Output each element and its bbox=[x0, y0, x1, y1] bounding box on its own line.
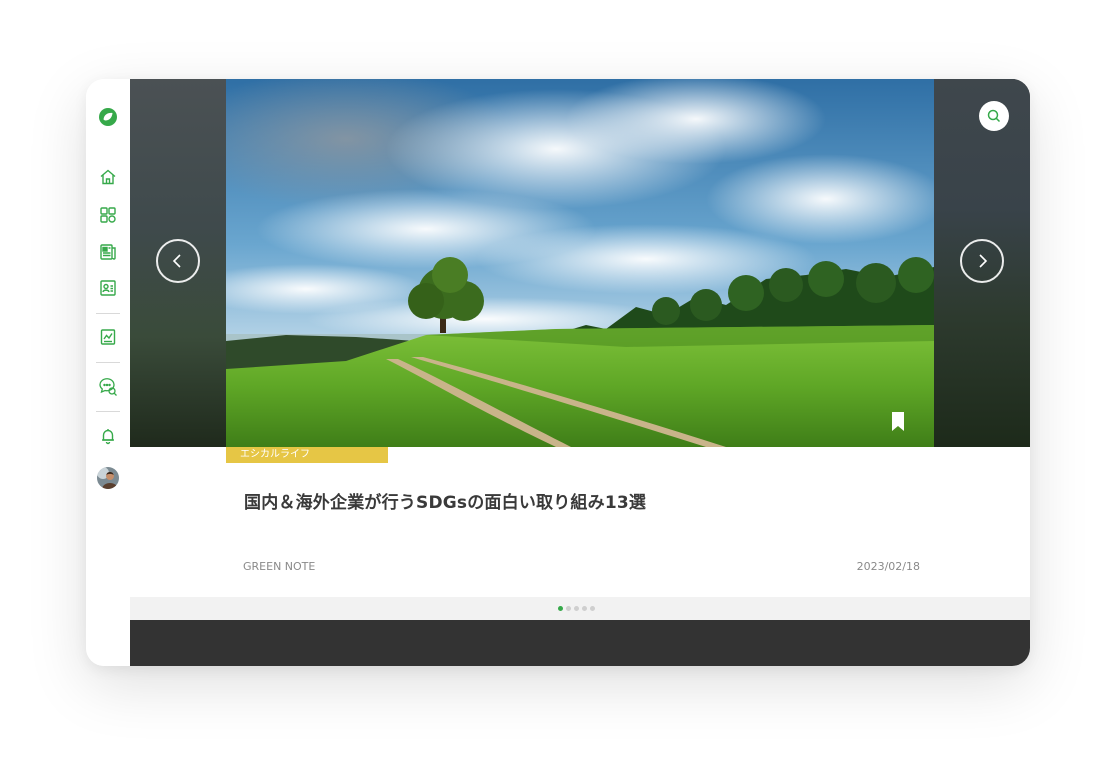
sidebar-divider bbox=[96, 411, 120, 412]
article-source: GREEN NOTE bbox=[243, 560, 316, 573]
chat-search-icon[interactable] bbox=[96, 375, 120, 399]
chevron-right-icon bbox=[979, 254, 988, 268]
sidebar-divider bbox=[96, 313, 120, 314]
app-window: エシカルライフ 国内＆海外企業が行うSDGsの面白い取り組み13選 GREEN … bbox=[86, 79, 1030, 666]
pagination-dot[interactable] bbox=[558, 606, 563, 611]
pagination-dot[interactable] bbox=[566, 606, 571, 611]
hero-image[interactable] bbox=[226, 79, 934, 447]
search-icon bbox=[987, 109, 1001, 123]
pagination-dot[interactable] bbox=[582, 606, 587, 611]
pagination-dot[interactable] bbox=[574, 606, 579, 611]
profile-card-icon[interactable] bbox=[96, 276, 120, 300]
logo-icon[interactable] bbox=[98, 107, 118, 127]
hero-carousel[interactable] bbox=[130, 79, 1030, 447]
chevron-left-icon bbox=[172, 254, 181, 268]
home-icon[interactable] bbox=[96, 165, 120, 189]
article-date: 2023/02/18 bbox=[856, 560, 920, 573]
sidebar bbox=[86, 79, 131, 666]
main-content: エシカルライフ 国内＆海外企業が行うSDGsの面白い取り組み13選 GREEN … bbox=[130, 79, 1030, 666]
search-button[interactable] bbox=[979, 101, 1009, 131]
news-icon[interactable] bbox=[96, 240, 120, 264]
sidebar-divider bbox=[96, 362, 120, 363]
avatar[interactable] bbox=[97, 467, 119, 489]
carousel-pagination bbox=[130, 597, 1030, 620]
next-slide-button[interactable] bbox=[960, 239, 1004, 283]
article-title[interactable]: 国内＆海外企業が行うSDGsの面白い取り組み13選 bbox=[244, 488, 646, 513]
prev-slide-button[interactable] bbox=[156, 239, 200, 283]
grid-icon[interactable] bbox=[96, 203, 120, 227]
category-badge[interactable]: エシカルライフ bbox=[226, 447, 388, 463]
bell-icon[interactable] bbox=[96, 424, 120, 448]
report-icon[interactable] bbox=[96, 325, 120, 349]
pagination-dot[interactable] bbox=[590, 606, 595, 611]
bookmark-icon[interactable] bbox=[891, 412, 905, 432]
footer-bar bbox=[130, 620, 1030, 666]
